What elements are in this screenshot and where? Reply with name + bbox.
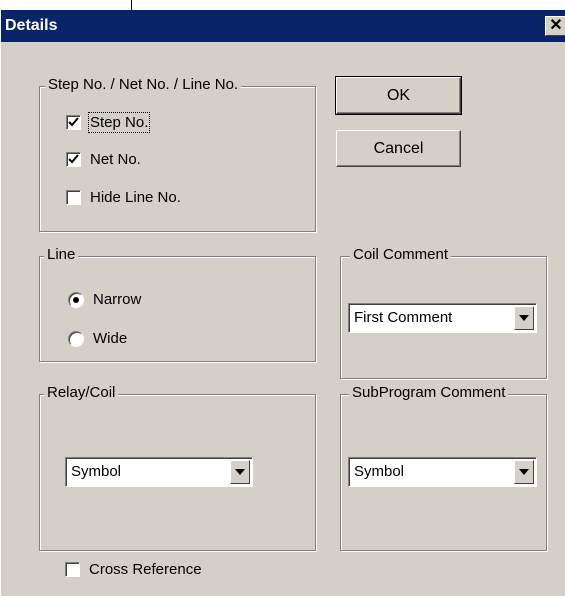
group-label: Coil Comment bbox=[350, 246, 452, 263]
dropdown-arrow-button[interactable] bbox=[514, 306, 534, 330]
close-button[interactable]: ✕ bbox=[545, 16, 565, 36]
checkbox-box bbox=[66, 190, 81, 205]
dropdown-arrow-button[interactable] bbox=[514, 460, 534, 484]
dropdown-arrow-button[interactable] bbox=[230, 460, 250, 484]
chevron-down-icon bbox=[519, 315, 529, 321]
step-no-checkbox[interactable]: Step No. bbox=[66, 112, 151, 133]
checkbox-box bbox=[66, 115, 81, 130]
group-label: Relay/Coil bbox=[44, 384, 119, 401]
net-no-label: Net No. bbox=[90, 151, 141, 168]
dialog-title: Details bbox=[5, 17, 58, 34]
checkbox-box bbox=[65, 562, 80, 577]
radio-button bbox=[68, 330, 84, 347]
selected-value: Symbol bbox=[71, 463, 122, 480]
group-label: Step No. / Net No. / Line No. bbox=[45, 76, 242, 93]
group-label: SubProgram Comment bbox=[349, 384, 509, 401]
checkmark-icon bbox=[68, 117, 79, 127]
narrow-label: Narrow bbox=[93, 291, 142, 308]
checkbox-box bbox=[66, 152, 81, 167]
chevron-down-icon bbox=[235, 469, 245, 475]
line-group: Line Narrow Wide bbox=[39, 246, 316, 362]
step-no-label: Step No. bbox=[87, 112, 151, 133]
subprogram-comment-group: SubProgram Comment Symbol bbox=[340, 384, 547, 551]
wide-label: Wide bbox=[93, 330, 128, 347]
cross-reference-checkbox[interactable]: Cross Reference bbox=[65, 561, 202, 578]
step-net-line-group: Step No. / Net No. / Line No. Step No. N… bbox=[39, 76, 316, 232]
wide-radio[interactable]: Wide bbox=[68, 330, 127, 347]
details-dialog: Details ✕ Step No. / Net No. / Line No. … bbox=[0, 10, 565, 596]
cross-reference-label: Cross Reference bbox=[89, 561, 202, 578]
radio-selected-dot bbox=[73, 296, 79, 303]
relay-coil-group: Relay/Coil Symbol bbox=[39, 384, 316, 551]
hide-line-no-label: Hide Line No. bbox=[90, 189, 181, 206]
checkmark-icon bbox=[68, 154, 79, 164]
title-bar[interactable]: Details ✕ bbox=[1, 10, 565, 42]
net-no-checkbox[interactable]: Net No. bbox=[66, 151, 141, 168]
coil-comment-select[interactable]: First Comment bbox=[348, 303, 537, 333]
selected-value: Symbol bbox=[354, 463, 405, 480]
radio-button bbox=[68, 291, 84, 308]
narrow-radio[interactable]: Narrow bbox=[68, 291, 141, 308]
cancel-button[interactable]: Cancel bbox=[336, 130, 461, 167]
relay-coil-select[interactable]: Symbol bbox=[65, 457, 253, 487]
selected-value: First Comment bbox=[354, 309, 453, 326]
group-label: Line bbox=[44, 246, 79, 263]
hide-line-no-checkbox[interactable]: Hide Line No. bbox=[66, 189, 181, 206]
coil-comment-group: Coil Comment First Comment bbox=[340, 246, 547, 379]
close-icon: ✕ bbox=[549, 17, 563, 34]
subprogram-comment-select[interactable]: Symbol bbox=[348, 457, 537, 487]
ok-button[interactable]: OK bbox=[335, 76, 462, 115]
chevron-down-icon bbox=[519, 469, 529, 475]
